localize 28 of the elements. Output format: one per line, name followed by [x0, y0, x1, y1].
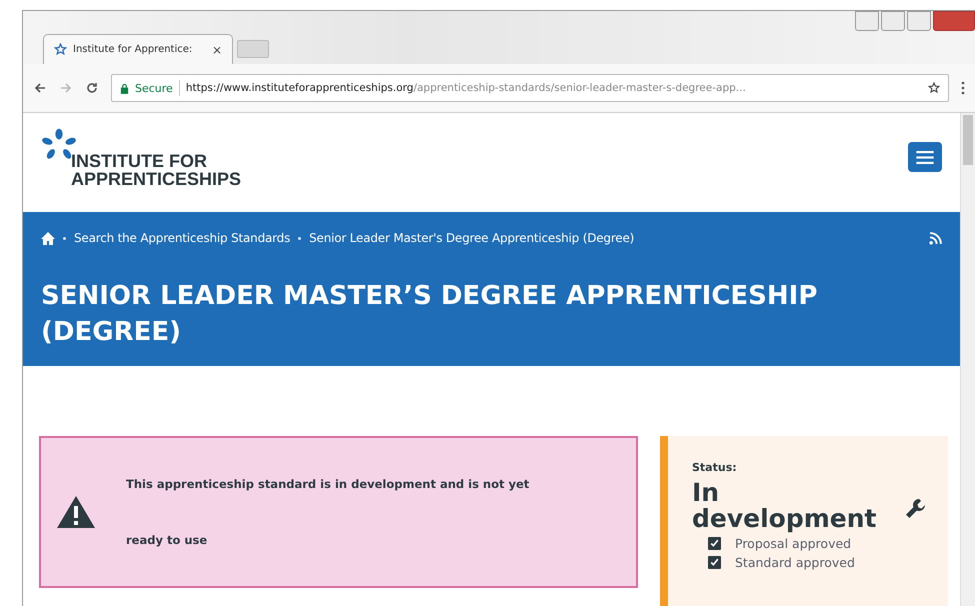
reload-icon[interactable]: [85, 81, 99, 95]
menu-icon[interactable]: [916, 150, 934, 164]
home-icon[interactable]: [41, 232, 55, 244]
tab-title: Institute for Apprentice:: [73, 44, 194, 55]
page-title: SENIOR LEADER MASTER’S DEGREE APPRENTICESHIP (DEGREE): [41, 280, 818, 349]
status-label: Status:: [692, 461, 738, 474]
back-icon[interactable]: [33, 81, 47, 95]
close-tab-button[interactable]: ×: [212, 42, 222, 56]
status-value: In development: [692, 480, 878, 532]
address-bar[interactable]: Secure https://www.instituteforapprenticeships.org/apprenticeship-standards/senior-leader-master-s-degree-app...: [111, 74, 949, 102]
menu-button[interactable]: [908, 142, 942, 172]
url-text: https://www.instituteforapprenticeships.org/apprenticeship-standards/senior-leader-master-s-degree-app...: [186, 82, 747, 94]
more-menu-icon[interactable]: [961, 81, 965, 95]
warning-icon: [56, 495, 96, 529]
wrench-icon: [904, 497, 928, 521]
site-logo-text[interactable]: INSTITUTE FOR APPRENTICESHIPS: [71, 152, 242, 188]
step-label: Standard approved: [735, 555, 855, 570]
lock-icon: [120, 82, 129, 94]
breadcrumb-link[interactable]: Search the Apprenticeship Standards: [74, 231, 290, 245]
step-label: Proposal approved: [735, 536, 852, 551]
bookmark-star-icon[interactable]: [928, 82, 940, 94]
star-icon: [54, 43, 67, 56]
breadcrumb-link[interactable]: Senior Leader Master's Degree Apprenticeship (Degree): [309, 231, 634, 245]
alert-text: ready to use: [126, 533, 208, 547]
rss-icon[interactable]: [929, 232, 942, 244]
secure-label: Secure: [135, 82, 173, 94]
browser-tab[interactable]: Institute for Apprentice: ×: [43, 34, 233, 64]
alert-text: This apprenticeship standard is in development and is not yet: [126, 477, 530, 491]
